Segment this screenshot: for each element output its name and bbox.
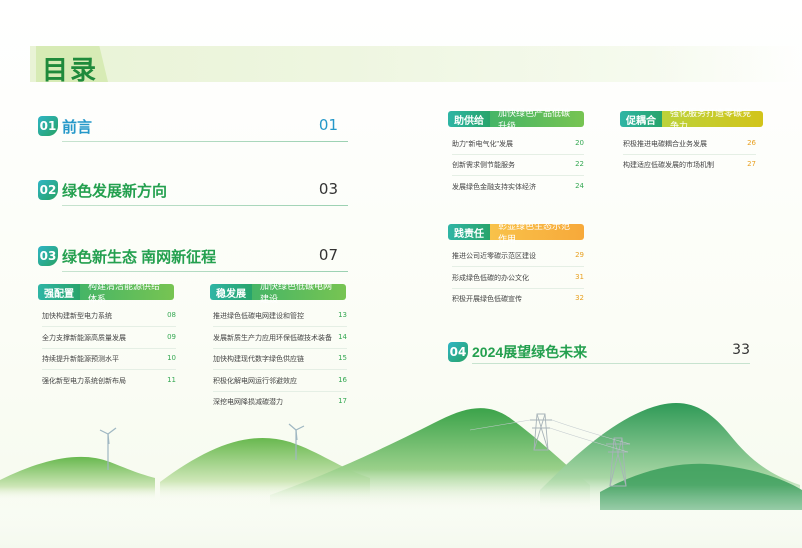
section-page: 01 [318,116,338,134]
toc-item-page: 08 [167,311,176,319]
toc-item-text: 构建适应低碳发展的市场机制 [623,162,714,169]
subsection-header-zhugongji[interactable]: 助供给 加快绿色产品低碳升级 [448,108,584,131]
toc-item-page: 13 [338,311,347,319]
subsection-header-wenfazhan[interactable]: 稳发展 加快绿色低碳电网建设 [210,281,346,304]
divider [42,369,176,370]
toc-item[interactable]: 加快构建现代数字绿色供应链 15 [213,354,347,370]
section-number-badge: 03 [38,246,58,266]
subsection-desc: 强化服务打造零碳竞争力 [662,108,763,131]
toc-item-page: 14 [338,333,347,341]
subsection-tag: 稳发展 [210,284,252,300]
toc-item-page: 16 [338,376,347,384]
landscape-illustration [0,403,802,548]
divider [42,348,176,349]
toc-item[interactable]: 发展新质生产力应用环保低碳技术装备 14 [213,333,347,349]
toc-item-page: 32 [575,294,584,302]
toc-item-page: 29 [575,251,584,259]
toc-item-page: 15 [338,354,347,362]
toc-item[interactable]: 全力支撑新能源高质量发展 09 [42,333,176,349]
toc-item-text: 推进绿色低碳电网建设和管控 [213,313,304,320]
toc-item-page: 27 [747,160,756,168]
toc-item-text: 发展绿色金融支持实体经济 [452,184,536,191]
toc-item[interactable]: 积极推进电碳耦合业务发展 26 [623,139,756,155]
divider [213,348,347,349]
toc-item-text: 持续提升新能源预测水平 [42,356,119,363]
toc-item-page: 24 [575,182,584,190]
toc-item-text: 助力"新电气化"发展 [452,141,513,148]
toc-item[interactable]: 构建适应低碳发展的市场机制 27 [623,160,756,172]
divider [452,266,584,267]
toc-item[interactable]: 发展绿色金融支持实体经济 24 [452,182,584,194]
toc-item-page: 20 [575,139,584,147]
toc-item-text: 形成绿色低碳的办公文化 [452,275,529,282]
toc-item-page: 10 [167,354,176,362]
divider [452,154,584,155]
toc-item-text: 积极推进电碳耦合业务发展 [623,141,707,148]
toc-item-page: 22 [575,160,584,168]
divider [62,141,348,142]
subsection-tag: 践责任 [448,224,490,240]
section-03[interactable]: 03 绿色新生态 南网新征程 07 [38,242,348,272]
toc-item-text: 发展新质生产力应用环保低碳技术装备 [213,335,332,342]
section-page: 33 [732,342,750,358]
section-label: 绿色发展新方向 [62,183,168,200]
section-02[interactable]: 02 绿色发展新方向 03 [38,176,348,206]
toc-item-text: 积极化解电网运行邻避效应 [213,378,297,385]
section-01[interactable]: 01 前言 01 [38,112,348,142]
toc-item[interactable]: 加快构建新型电力系统 08 [42,311,176,327]
toc-item[interactable]: 积极开展绿色低碳宣传 32 [452,294,584,306]
section-page: 03 [318,180,338,198]
toc-item[interactable]: 持续提升新能源预测水平 10 [42,354,176,370]
subsection-header-jianzeren[interactable]: 践责任 彰显绿色生态示范作用 [448,221,584,244]
toc-item[interactable]: 助力"新电气化"发展 20 [452,139,584,155]
toc-item-text: 推进公司近零碳示范区建设 [452,253,536,260]
subsection-desc: 构建清洁能源供给体系 [80,281,174,304]
mist [0,485,802,548]
divider [452,175,584,176]
divider [623,154,756,155]
section-04[interactable]: 04 2024展望绿色未来 33 [448,338,750,364]
toc-item-page: 11 [167,376,176,384]
toc-item[interactable]: 推进绿色低碳电网建设和管控 13 [213,311,347,327]
toc-item-text: 全力支撑新能源高质量发展 [42,335,126,342]
toc-item[interactable]: 强化新型电力系统创新布局 11 [42,376,176,388]
section-number-badge: 04 [448,342,468,362]
toc-item[interactable]: 创新需求侧节能服务 22 [452,160,584,176]
toc-item-text: 加快构建新型电力系统 [42,313,112,320]
divider [62,271,348,272]
subsection-tag: 助供给 [448,111,490,127]
subsection-tag: 强配置 [38,284,80,300]
divider [472,363,750,364]
subsection-header-qiangpeizhi[interactable]: 强配置 构建清洁能源供给体系 [38,281,174,304]
toc-item[interactable]: 推进公司近零碳示范区建设 29 [452,251,584,267]
section-label: 2024展望绿色未来 [472,344,588,360]
subsection-desc: 彰显绿色生态示范作用 [490,221,584,244]
subsection-header-cuouhe[interactable]: 促耦合 强化服务打造零碳竞争力 [620,108,763,131]
section-number-badge: 02 [38,180,58,200]
page-title: 目录 [42,55,99,85]
toc-item-text: 积极开展绿色低碳宣传 [452,296,522,303]
toc-item-text: 加快构建现代数字绿色供应链 [213,356,304,363]
section-label: 前言 [62,119,93,136]
section-number-badge: 01 [38,116,58,136]
toc-item-page: 31 [575,273,584,281]
toc-item[interactable]: 积极化解电网运行邻避效应 16 [213,376,347,392]
divider [213,369,347,370]
section-label: 绿色新生态 南网新征程 [62,249,217,266]
subsection-desc: 加快绿色产品低碳升级 [490,108,584,131]
divider [452,288,584,289]
subsection-tag: 促耦合 [620,111,662,127]
toc-item-text: 强化新型电力系统创新布局 [42,378,126,385]
toc-item-page: 26 [747,139,756,147]
section-page: 07 [318,246,338,264]
toc-item[interactable]: 形成绿色低碳的办公文化 31 [452,273,584,289]
toc-item-text: 创新需求侧节能服务 [452,162,515,169]
subsection-desc: 加快绿色低碳电网建设 [252,281,346,304]
divider [42,326,176,327]
divider [213,326,347,327]
divider [62,205,348,206]
title-band [30,46,800,82]
toc-item-page: 09 [167,333,176,341]
